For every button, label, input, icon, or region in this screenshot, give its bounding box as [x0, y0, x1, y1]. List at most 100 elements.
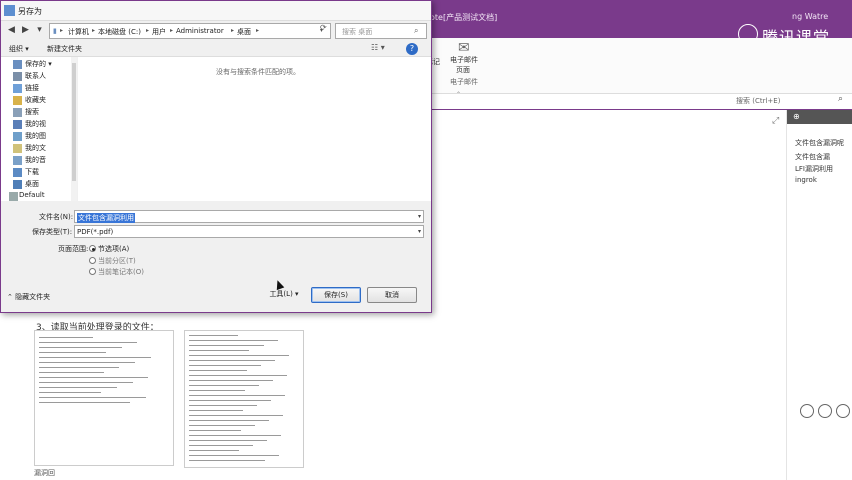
page-range-radio-selection[interactable]: [89, 245, 96, 252]
forward-icon[interactable]: ▶: [19, 24, 32, 37]
help-button[interactable]: ?: [406, 43, 418, 55]
email-page-icon: ✉: [458, 40, 470, 56]
page-list-item[interactable]: 文件包含漏洞呢: [795, 138, 844, 148]
bottom-note-text: 漏洞回: [34, 469, 55, 477]
page-range-radio-notebook[interactable]: [89, 268, 96, 275]
dialog-titlebar[interactable]: 另存为: [1, 1, 431, 21]
thumbnail-text-line: [189, 370, 247, 371]
page-range-option[interactable]: 当前笔记本(O): [98, 267, 144, 277]
thumbnail-text-line: [39, 337, 93, 338]
thumbnail-text-line: [189, 410, 243, 411]
nav-item-label: 我的视: [25, 120, 46, 128]
nav-item-label: 桌面: [25, 180, 39, 188]
nav-item-saved[interactable]: 保存的 ▾: [13, 59, 52, 71]
screenshot-image-right: [184, 330, 304, 468]
savetype-select[interactable]: PDF(*.pdf) ▾: [74, 225, 424, 238]
sticker-circle-icon: [800, 404, 814, 418]
thumbnail-text-line: [189, 415, 283, 416]
chevron-right-icon: ▸: [146, 27, 150, 34]
back-icon[interactable]: ◀: [5, 24, 18, 37]
nav-item-label: 保存的 ▾: [25, 60, 52, 68]
page-range-radio-section[interactable]: [89, 257, 96, 264]
documents-icon: [13, 144, 22, 153]
tools-button[interactable]: 工具(L) ▾: [263, 287, 305, 302]
thumbnail-text-line: [39, 362, 135, 363]
breadcrumb-item[interactable]: 本地磁盘 (C:): [98, 27, 141, 37]
page-range-option[interactable]: 当前分区(T): [98, 256, 136, 266]
sticker-icon: [794, 396, 852, 426]
ribbon-email-line1[interactable]: 电子邮件: [450, 56, 478, 65]
filename-value: 文件包含漏洞利用: [77, 213, 135, 223]
thumbnail-text-line: [189, 405, 257, 406]
nav-item-contacts[interactable]: 联系人: [13, 71, 46, 83]
searches-icon: [13, 108, 22, 117]
thumbnail-text-line: [189, 435, 281, 436]
notebook-search-input[interactable]: 搜索 (Ctrl+E): [736, 96, 780, 106]
nav-item-label: 我的文: [25, 144, 46, 152]
view-options-button[interactable]: ☷ ▾: [371, 43, 385, 52]
thumbnail-text-line: [189, 455, 279, 456]
nav-scrollbar[interactable]: [71, 57, 77, 201]
chevron-down-icon[interactable]: ▾: [418, 228, 421, 235]
filename-field[interactable]: 文件包含漏洞利用 ▾: [74, 210, 424, 223]
breadcrumb-item[interactable]: Administrator: [176, 27, 224, 35]
file-list[interactable]: 没有与搜索条件匹配的项。: [78, 57, 431, 201]
videos-icon: [13, 120, 22, 129]
sticker-circle-icon: [818, 404, 832, 418]
thumbnail-text-line: [189, 400, 271, 401]
nav-item-links[interactable]: 链接: [13, 83, 39, 95]
nav-item-label: 链接: [25, 84, 39, 92]
chevron-right-icon: ▸: [92, 27, 96, 34]
expand-icon[interactable]: ⤢: [772, 116, 779, 126]
folder-icon: ▮: [53, 27, 57, 35]
nav-item-downloads[interactable]: 下载: [13, 167, 39, 179]
address-bar[interactable]: ▮ ▸ 计算机 ▸ 本地磁盘 (C:) ▸ 用户 ▸ Administrator…: [49, 23, 331, 39]
command-bar: 组织 ▾ 新建文件夹 ☷ ▾ ?: [1, 41, 431, 57]
ribbon-email-line2[interactable]: 页面: [456, 66, 470, 75]
nav-item-default[interactable]: Default: [9, 191, 45, 203]
thumbnail-text-line: [189, 440, 267, 441]
chevron-down-icon: ▾: [295, 290, 299, 298]
search-input[interactable]: 搜索 桌面 ⌕: [335, 23, 427, 39]
new-folder-button[interactable]: 新建文件夹: [47, 44, 82, 54]
filename-label: 文件名(N):: [39, 213, 74, 221]
thumbnail-text-line: [189, 420, 269, 421]
nav-item-desktop[interactable]: 桌面: [13, 179, 39, 191]
save-as-dialog: 另存为 ◀ ▶ ▾ ▮ ▸ 计算机 ▸ 本地磁盘 (C:) ▸ 用户 ▸ Adm…: [0, 0, 432, 313]
save-button[interactable]: 保存(S): [311, 287, 361, 303]
nav-scrollbar-thumb[interactable]: [72, 63, 76, 181]
empty-message: 没有与搜索条件匹配的项。: [216, 68, 300, 76]
refresh-icon[interactable]: ⟳: [320, 23, 327, 32]
add-page-icon[interactable]: ⊕: [793, 112, 800, 121]
navigation-pane: 保存的 ▾ 联系人 链接 收藏夹 搜索 我的视 我的图 我的文 我的音 下载 桌…: [1, 57, 77, 201]
nav-item-searches[interactable]: 搜索: [13, 107, 39, 119]
hide-folders-button[interactable]: ⌃ 隐藏文件夹: [7, 292, 50, 302]
nav-item-pictures[interactable]: 我的图: [13, 131, 46, 143]
pictures-icon: [13, 132, 22, 141]
recent-dropdown-icon[interactable]: ▾: [33, 24, 46, 37]
thumbnail-text-line: [39, 397, 146, 398]
search-icon[interactable]: ⌕: [838, 94, 843, 104]
thumbnail-text-line: [189, 450, 239, 451]
nav-item-documents[interactable]: 我的文: [13, 143, 46, 155]
page-list-item[interactable]: ingrok: [795, 176, 817, 184]
page-list-item[interactable]: LFI漏洞利用: [795, 164, 833, 174]
nav-item-videos[interactable]: 我的视: [13, 119, 46, 131]
page-list-item[interactable]: 文件包含漏: [795, 152, 830, 162]
breadcrumb-item[interactable]: 用户: [152, 27, 166, 37]
page-range-option[interactable]: 节选项(A): [98, 244, 129, 254]
thumbnail-text-line: [189, 425, 255, 426]
chevron-down-icon[interactable]: ▾: [418, 213, 421, 220]
nav-item-favorites[interactable]: 收藏夹: [13, 95, 46, 107]
thumbnail-text-line: [189, 365, 261, 366]
organize-button[interactable]: 组织 ▾: [9, 44, 29, 54]
nav-item-label: 收藏夹: [25, 96, 46, 104]
chevron-up-icon: ⌃: [7, 293, 16, 301]
breadcrumb-item[interactable]: 桌面: [237, 27, 251, 37]
thumbnail-text-line: [189, 460, 265, 461]
nav-item-label: 下载: [25, 168, 39, 176]
cancel-button[interactable]: 取消: [367, 287, 417, 303]
thumbnail-text-line: [39, 357, 151, 358]
breadcrumb-item[interactable]: 计算机: [68, 27, 89, 37]
nav-item-music[interactable]: 我的音: [13, 155, 46, 167]
